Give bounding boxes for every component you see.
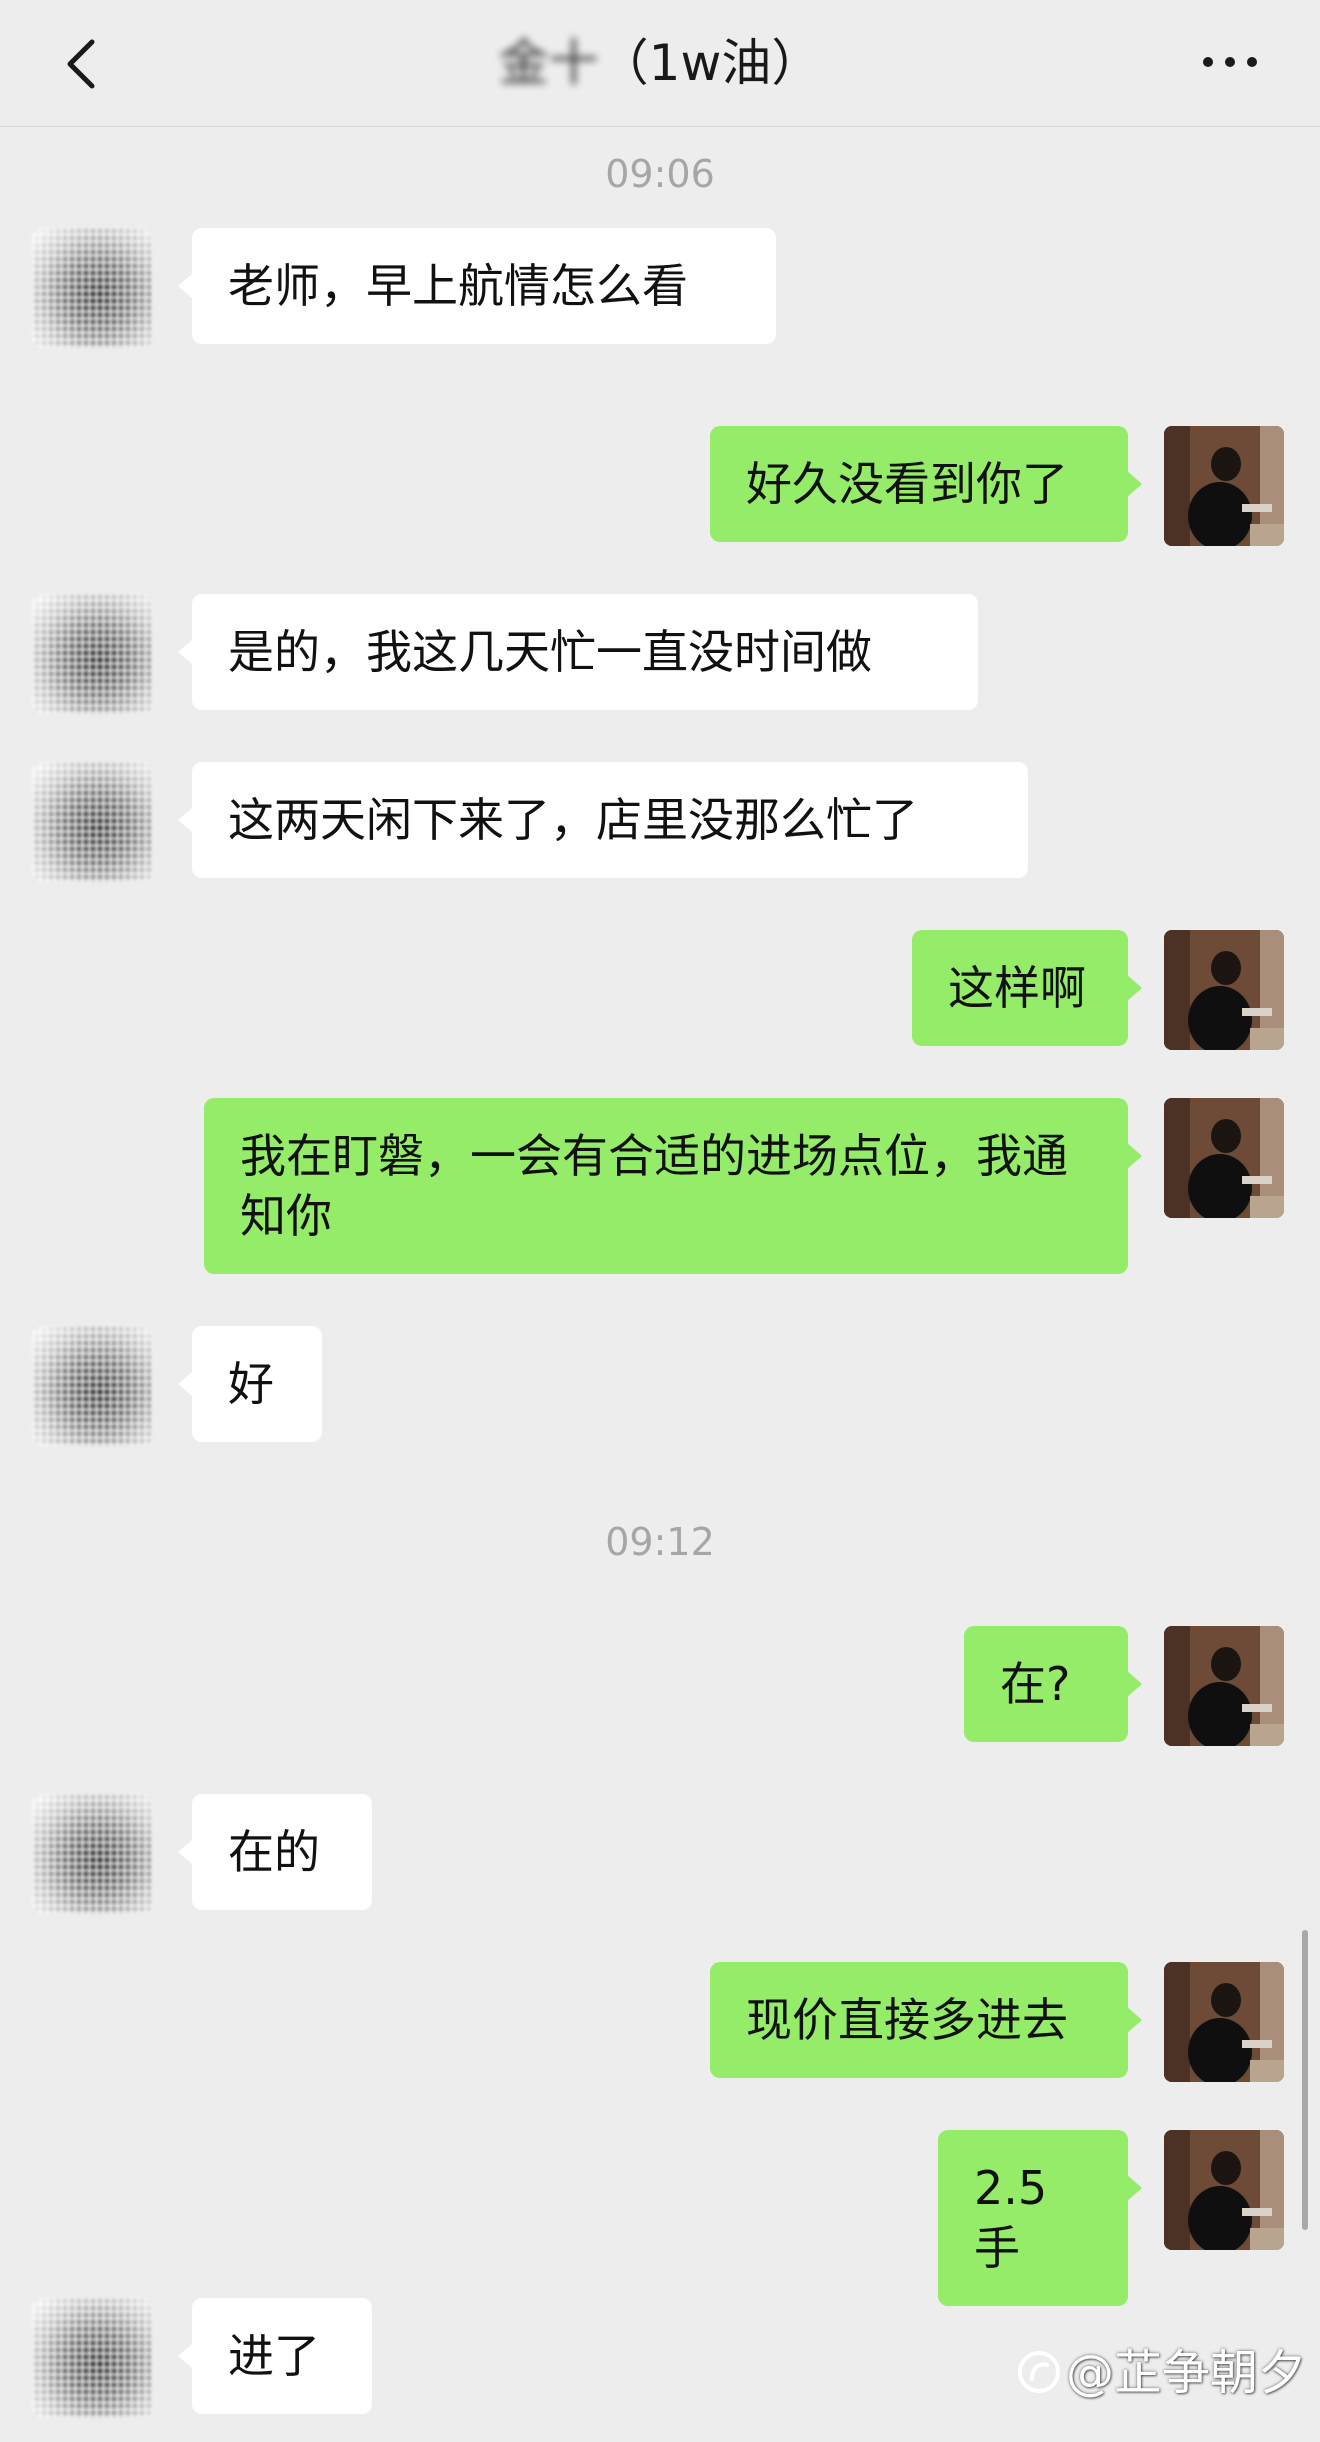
watermark: @芷争朝夕 <box>1016 2338 1306 2408</box>
avatar[interactable] <box>32 1794 152 1914</box>
avatar[interactable] <box>32 2298 152 2418</box>
more-dots-icon[interactable] <box>1200 50 1260 74</box>
message-bubble[interactable]: 进了 <box>178 2298 372 2414</box>
avatar[interactable] <box>32 1326 152 1446</box>
avatar[interactable] <box>1164 2130 1284 2250</box>
watermark-text: @芷争朝夕 <box>1065 2345 1306 2401</box>
timestamp: 09:12 <box>605 1520 715 1564</box>
message-bubble[interactable]: 老师，早上航情怎么看 <box>178 228 776 344</box>
avatar[interactable] <box>1164 426 1284 546</box>
avatar[interactable] <box>1164 1962 1284 2082</box>
message-bubble[interactable]: 我在盯磐，一会有合适的进场点位，我通知你 <box>204 1098 1142 1274</box>
avatar[interactable] <box>1164 930 1284 1050</box>
message-bubble[interactable]: 好久没看到你了 <box>710 426 1142 542</box>
message-bubble[interactable]: 这两天闲下来了，店里没那么忙了 <box>178 762 1028 878</box>
avatar[interactable] <box>1164 1626 1284 1746</box>
message-bubble[interactable]: 在的 <box>178 1794 372 1910</box>
timestamp: 09:06 <box>605 152 715 196</box>
chat-title-name: 金十 <box>498 34 599 92</box>
message-bubble[interactable]: 这样啊 <box>912 930 1142 1046</box>
avatar[interactable] <box>32 762 152 882</box>
message-bubble[interactable]: 2.5手 <box>938 2130 1142 2306</box>
avatar[interactable] <box>1164 1098 1284 1218</box>
message-bubble[interactable]: 现价直接多进去 <box>710 1962 1142 2078</box>
avatar[interactable] <box>32 228 152 348</box>
message-bubble[interactable]: 在? <box>964 1626 1142 1742</box>
logo-icon <box>1017 2351 1060 2393</box>
avatar[interactable] <box>32 594 152 714</box>
chat-title-suffix: （1w油） <box>598 34 822 92</box>
top-bar: 金十（1w油） <box>0 0 1320 127</box>
scrollbar[interactable] <box>1302 1930 1308 2230</box>
message-bubble[interactable]: 好 <box>178 1326 322 1442</box>
chat-title: 金十（1w油） <box>0 28 1320 98</box>
message-bubble[interactable]: 是的，我这几天忙一直没时间做 <box>178 594 978 710</box>
